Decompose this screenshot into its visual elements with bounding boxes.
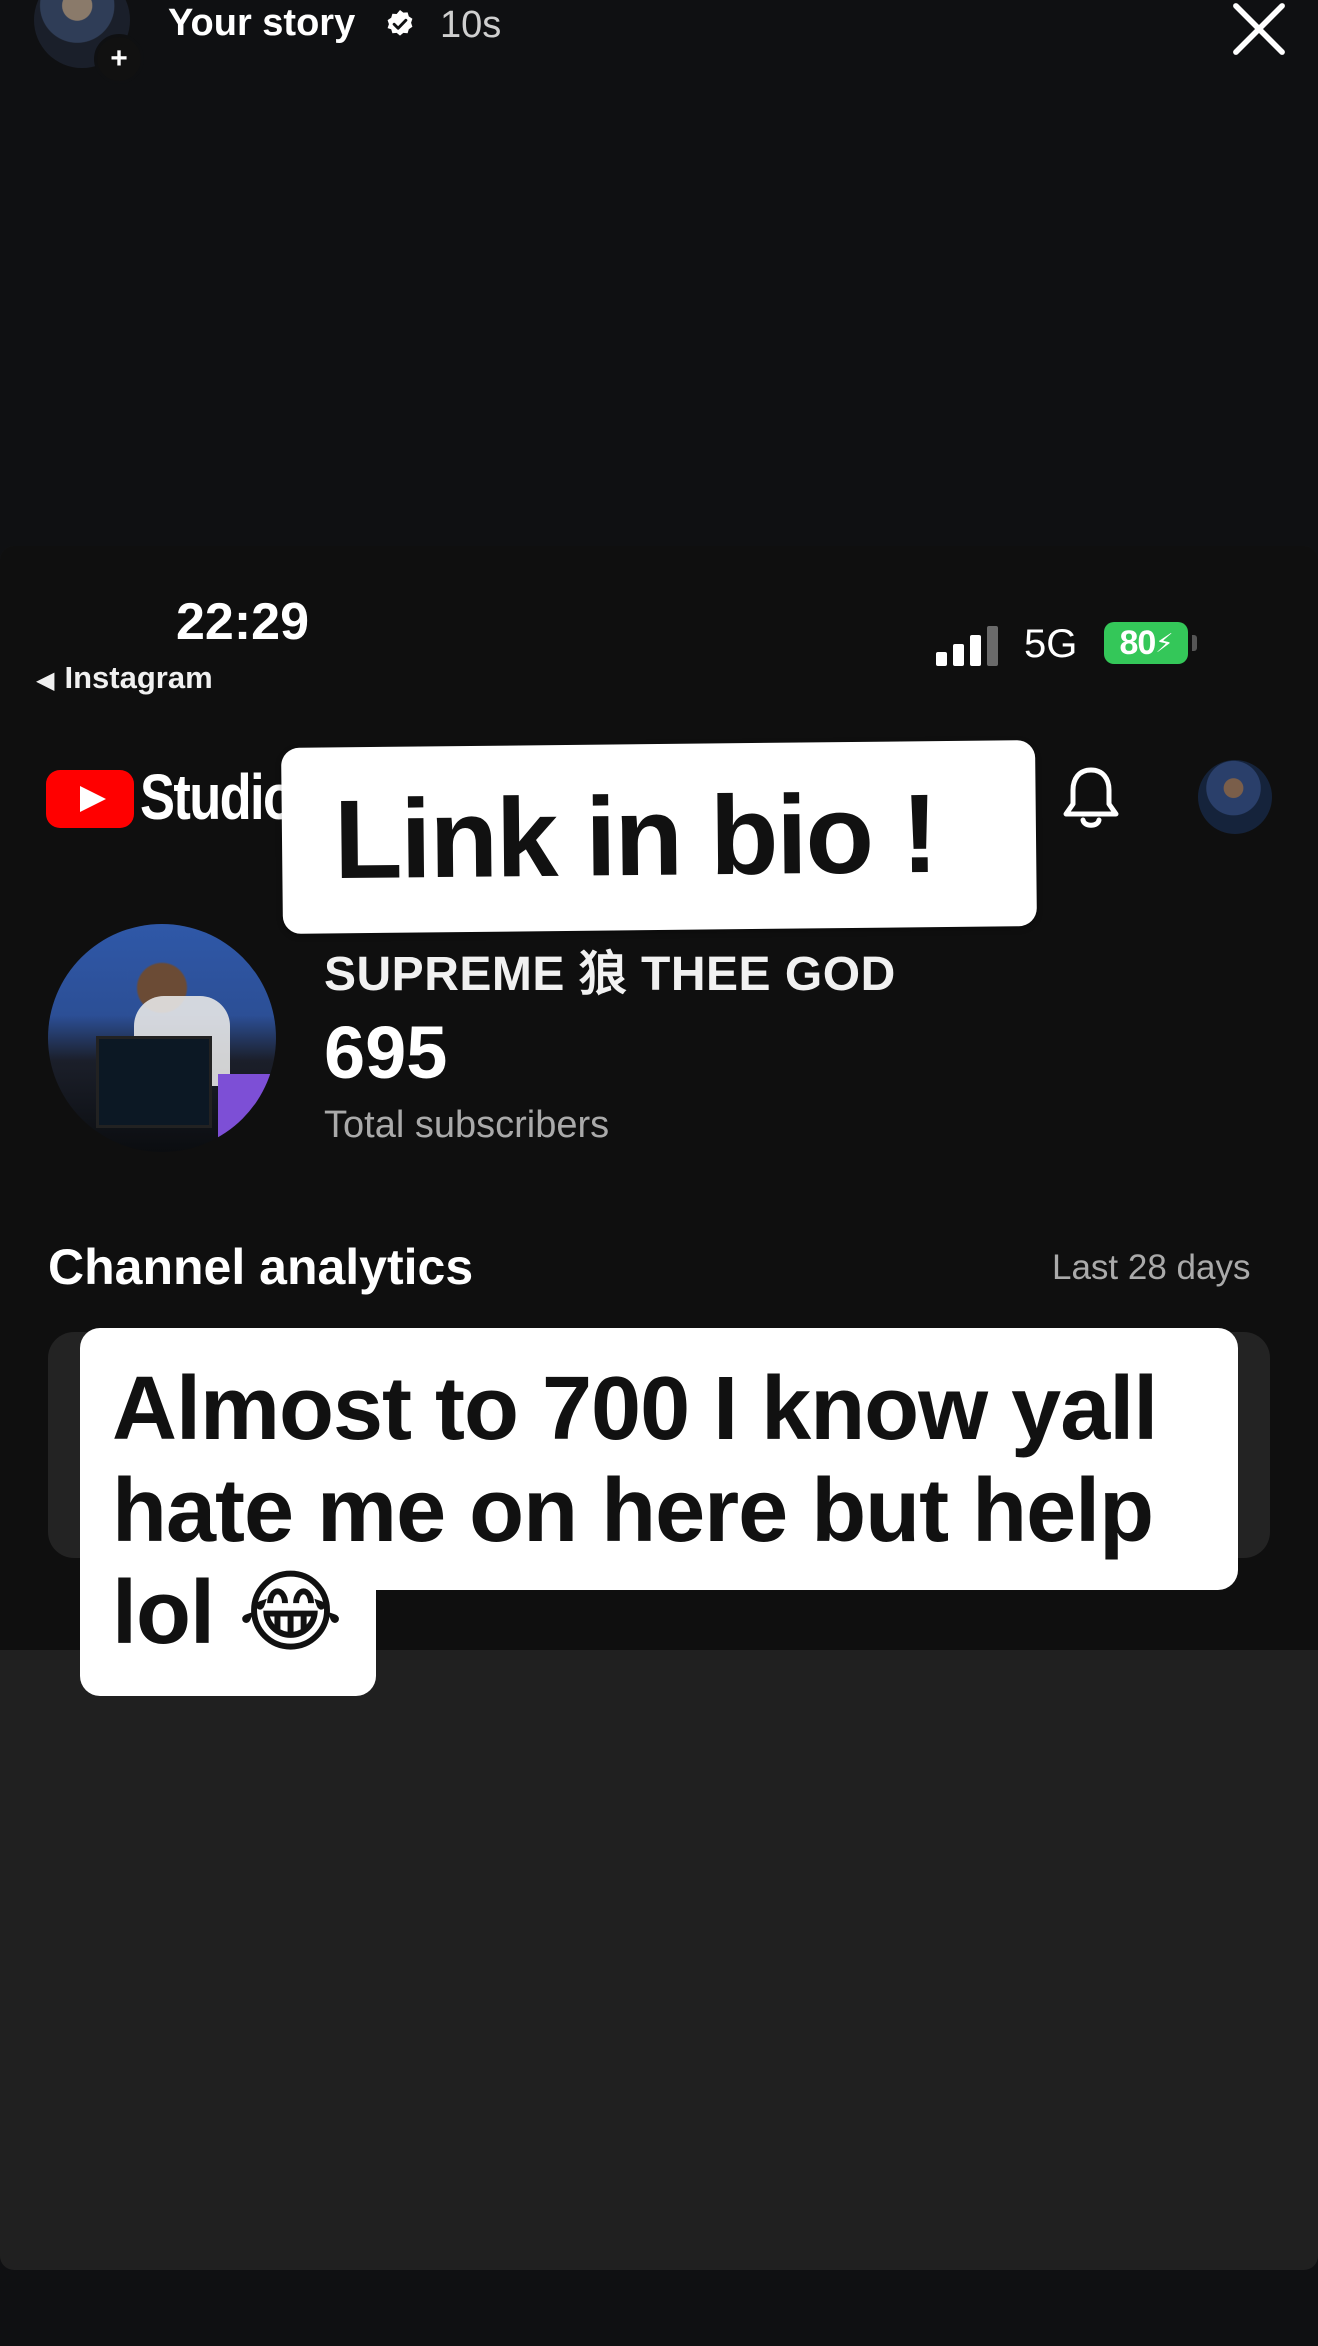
back-to-app-link[interactable]: ◀ Instagram — [36, 660, 213, 696]
back-triangle-icon: ◀ — [36, 667, 55, 694]
account-avatar[interactable] — [1198, 760, 1272, 834]
battery-level: 80 — [1119, 623, 1156, 662]
analytics-heading: Channel analytics — [48, 1239, 474, 1295]
link-sticker-text: Link in bio ! — [333, 770, 937, 903]
story-timestamp: 10s — [440, 4, 502, 46]
status-bar-time: 22:29 — [176, 593, 309, 651]
battery-indicator: 80 ⚡ — [1104, 622, 1188, 664]
notifications-bell-icon[interactable] — [1060, 764, 1122, 834]
avatar-monitor — [96, 1036, 212, 1128]
battery-cap — [1192, 635, 1197, 651]
channel-avatar — [48, 924, 276, 1152]
story-caption: Almost to 700 I know yall hate me on her… — [112, 1359, 1158, 1663]
subscriber-label: Total subscribers — [324, 1104, 610, 1146]
subscriber-count: 695 — [324, 1011, 448, 1094]
story-title: Your story — [168, 2, 356, 44]
add-story-icon[interactable]: + — [94, 34, 144, 84]
close-icon[interactable] — [1226, 0, 1292, 62]
network-type: 5G — [1024, 622, 1078, 666]
cellular-signal-icon — [936, 626, 998, 666]
charging-bolt-icon: ⚡ — [1155, 627, 1173, 658]
channel-name: SUPREME 狼 THEE GOD — [324, 948, 896, 1001]
app-title: Studio — [140, 761, 295, 833]
avatar-background-block — [218, 1074, 276, 1144]
add-story-plus: + — [110, 42, 128, 75]
verified-badge-icon — [387, 10, 413, 36]
back-app-label: Instagram — [64, 660, 213, 695]
analytics-date-range[interactable]: Last 28 days — [1052, 1248, 1250, 1288]
youtube-logo-icon — [46, 770, 134, 828]
